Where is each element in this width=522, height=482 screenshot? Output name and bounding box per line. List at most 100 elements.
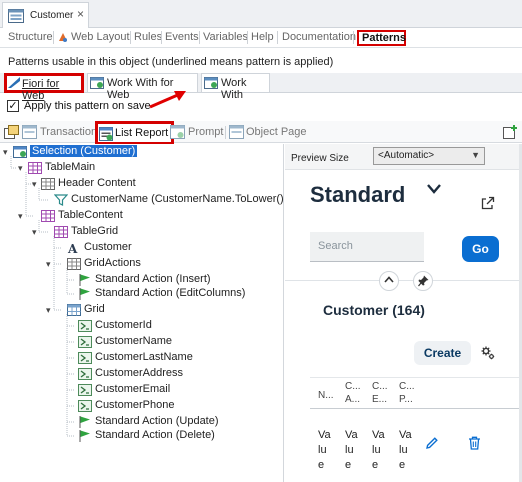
filter-icon <box>54 194 68 206</box>
column-header-line: E... <box>372 394 388 405</box>
tab-separator <box>199 31 200 44</box>
collapse-header-button[interactable] <box>379 271 399 291</box>
tree-collapse-toggle[interactable]: ▾ <box>18 212 27 221</box>
tree-collapse-toggle[interactable]: ▾ <box>18 164 27 173</box>
tab-structure[interactable]: Structure <box>8 31 53 43</box>
table-cell: Va lu e <box>399 429 412 471</box>
table-header-border <box>310 408 522 409</box>
tab-help[interactable]: Help <box>251 31 274 43</box>
preview-size-label: Preview Size <box>291 153 349 164</box>
tab-separator <box>277 31 278 44</box>
pattern-tab-label: Fiori for Web <box>22 78 60 102</box>
apply-on-save-checkbox[interactable]: ✓ <box>7 100 19 112</box>
tree-collapse-toggle[interactable]: ▾ <box>3 148 12 157</box>
tab-separator <box>247 31 248 44</box>
table-icon <box>41 210 55 222</box>
attribute-icon <box>78 400 92 412</box>
table-cell: Va lu e <box>318 429 331 471</box>
toolbar-list-report-label: List Report <box>115 127 169 139</box>
pencil-icon[interactable] <box>425 436 439 450</box>
pattern-toolbar: Transaction List Report Prompt Object Pa… <box>0 121 522 145</box>
pin-header-button[interactable] <box>413 271 433 291</box>
tree-node-label: CustomerId <box>95 319 152 331</box>
chevron-down-icon[interactable] <box>427 184 441 194</box>
grid-icon <box>67 258 81 270</box>
attribute-icon <box>78 352 92 364</box>
pattern-tab-fiori-for-web[interactable]: Fiori for Web <box>4 73 84 102</box>
transaction-icon <box>22 125 37 139</box>
column-header-line: N... <box>318 390 334 401</box>
add-instance-icon[interactable] <box>503 125 518 139</box>
tree-collapse-toggle[interactable]: ▾ <box>32 180 41 189</box>
tree-node-label: Standard Action (Delete) <box>95 429 215 441</box>
preview-toolbar: Preview Size <Automatic> ▼ <box>285 144 522 170</box>
toolbar-object-page[interactable]: Object Page <box>246 126 307 138</box>
toolbar-prompt[interactable]: Prompt <box>188 126 223 138</box>
column-header[interactable]: C... A... <box>345 380 361 406</box>
tree-collapse-toggle[interactable]: ▾ <box>46 306 55 315</box>
search-input[interactable]: Search <box>310 232 424 262</box>
tree-node-label: Grid <box>84 303 105 315</box>
tab-rules[interactable]: Rules <box>134 31 162 43</box>
toolbar-list-report[interactable]: List Report <box>95 121 174 145</box>
fiori-preview: Standard Search Go Customer (164) Create <box>285 170 522 482</box>
transaction-structure-icon[interactable] <box>4 125 19 139</box>
tab-variables[interactable]: Variables <box>203 31 248 43</box>
attribute-icon <box>78 336 92 348</box>
tree-collapse-toggle[interactable]: ▾ <box>32 228 41 237</box>
tree-node-label: Standard Action (EditColumns) <box>95 287 246 299</box>
tree-node-label: CustomerName (CustomerName.ToLower() li <box>71 193 292 205</box>
tab-separator <box>353 31 354 44</box>
tree-node-label: CustomerName <box>95 335 173 347</box>
prompt-icon <box>170 125 185 139</box>
table-icon <box>54 226 68 238</box>
pattern-instance-tree: ▾ Selection (Customer) ▾ TableMain ▾ Hea… <box>0 144 292 482</box>
object-tabbar: Structure Web Layout Rules Events Variab… <box>0 28 522 48</box>
tab-patterns[interactable]: Patterns <box>357 30 406 46</box>
column-header-line: C... <box>372 381 388 392</box>
tree-node-label: TableContent <box>58 209 123 221</box>
tab-documentation[interactable]: Documentation <box>282 31 356 43</box>
attribute-icon <box>78 320 92 332</box>
share-icon[interactable] <box>481 196 495 210</box>
create-button[interactable]: Create <box>414 341 471 365</box>
pattern-tab-label: Work With <box>221 77 247 101</box>
work-with-web-icon <box>90 77 104 89</box>
apply-on-save-label: Apply this pattern on save <box>24 100 151 112</box>
tab-events[interactable]: Events <box>165 31 199 43</box>
gear-icon[interactable] <box>481 346 495 360</box>
pattern-tabbar: Fiori for Web Work With for Web Work Wit… <box>0 73 522 102</box>
flag-icon <box>79 274 90 286</box>
document-tabbar: Customer × <box>0 0 522 28</box>
trash-icon[interactable] <box>468 436 481 450</box>
table-icon <box>28 162 42 174</box>
tree-node-label: GridActions <box>84 257 141 269</box>
object-page-icon <box>229 125 244 139</box>
preview-size-value: <Automatic> <box>378 150 435 161</box>
table-title: Customer (164) <box>323 302 425 318</box>
doc-tab-customer[interactable]: Customer × <box>2 2 89 28</box>
list-report-icon <box>99 127 113 141</box>
svg-text:A: A <box>67 242 78 254</box>
attribute-icon <box>78 368 92 380</box>
pattern-tab-work-with[interactable]: Work With <box>201 73 270 101</box>
preview-size-select[interactable]: <Automatic> ▼ <box>373 147 485 165</box>
tab-separator <box>130 31 131 44</box>
tab-separator <box>53 31 54 44</box>
work-with-icon <box>204 77 218 89</box>
column-header[interactable]: C... P... <box>399 380 415 406</box>
tab-web-layout[interactable]: Web Layout <box>71 31 130 43</box>
tree-collapse-toggle[interactable]: ▾ <box>46 260 55 269</box>
close-icon[interactable]: × <box>77 7 84 21</box>
grid-icon <box>67 304 81 316</box>
chevron-up-icon <box>384 276 394 283</box>
tree-node-label: Standard Action (Update) <box>95 415 219 427</box>
tree-node-label: CustomerEmail <box>95 383 171 395</box>
column-header[interactable]: C... E... <box>372 380 388 406</box>
patterns-hint: Patterns usable in this object (underlin… <box>8 56 334 68</box>
attribute-icon <box>78 384 92 396</box>
go-button[interactable]: Go <box>462 236 499 262</box>
toolbar-transaction[interactable]: Transaction <box>40 126 97 138</box>
doc-tab-label: Customer <box>30 10 74 21</box>
column-header[interactable]: N... <box>318 389 334 402</box>
